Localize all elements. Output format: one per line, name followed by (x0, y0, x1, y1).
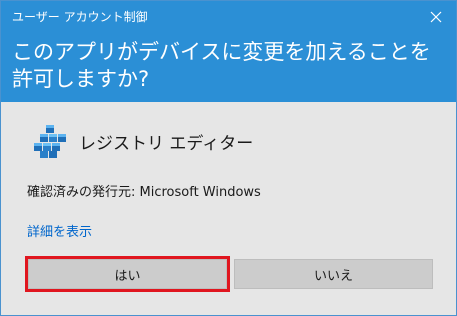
dialog-title: ユーザー アカウント制御 (12, 10, 148, 24)
close-icon (430, 11, 442, 23)
app-info: レジストリ エディター (32, 122, 253, 160)
no-button[interactable]: いいえ (234, 259, 433, 289)
close-button[interactable] (425, 6, 447, 28)
show-details-link[interactable]: 詳細を表示 (27, 221, 92, 240)
dialog-header: ユーザー アカウント制御 このアプリがデバイスに変更を加えることを許可しますか? (1, 1, 456, 102)
publisher-label: 確認済みの発行元: Microsoft Windows (27, 185, 261, 200)
yes-button[interactable]: はい (25, 256, 230, 292)
consent-question: このアプリがデバイスに変更を加えることを許可しますか? (12, 40, 431, 91)
registry-editor-icon (34, 125, 66, 158)
app-name: レジストリ エディター (79, 133, 254, 154)
uac-dialog: ユーザー アカウント制御 このアプリがデバイスに変更を加えることを許可しますか? (0, 0, 457, 316)
